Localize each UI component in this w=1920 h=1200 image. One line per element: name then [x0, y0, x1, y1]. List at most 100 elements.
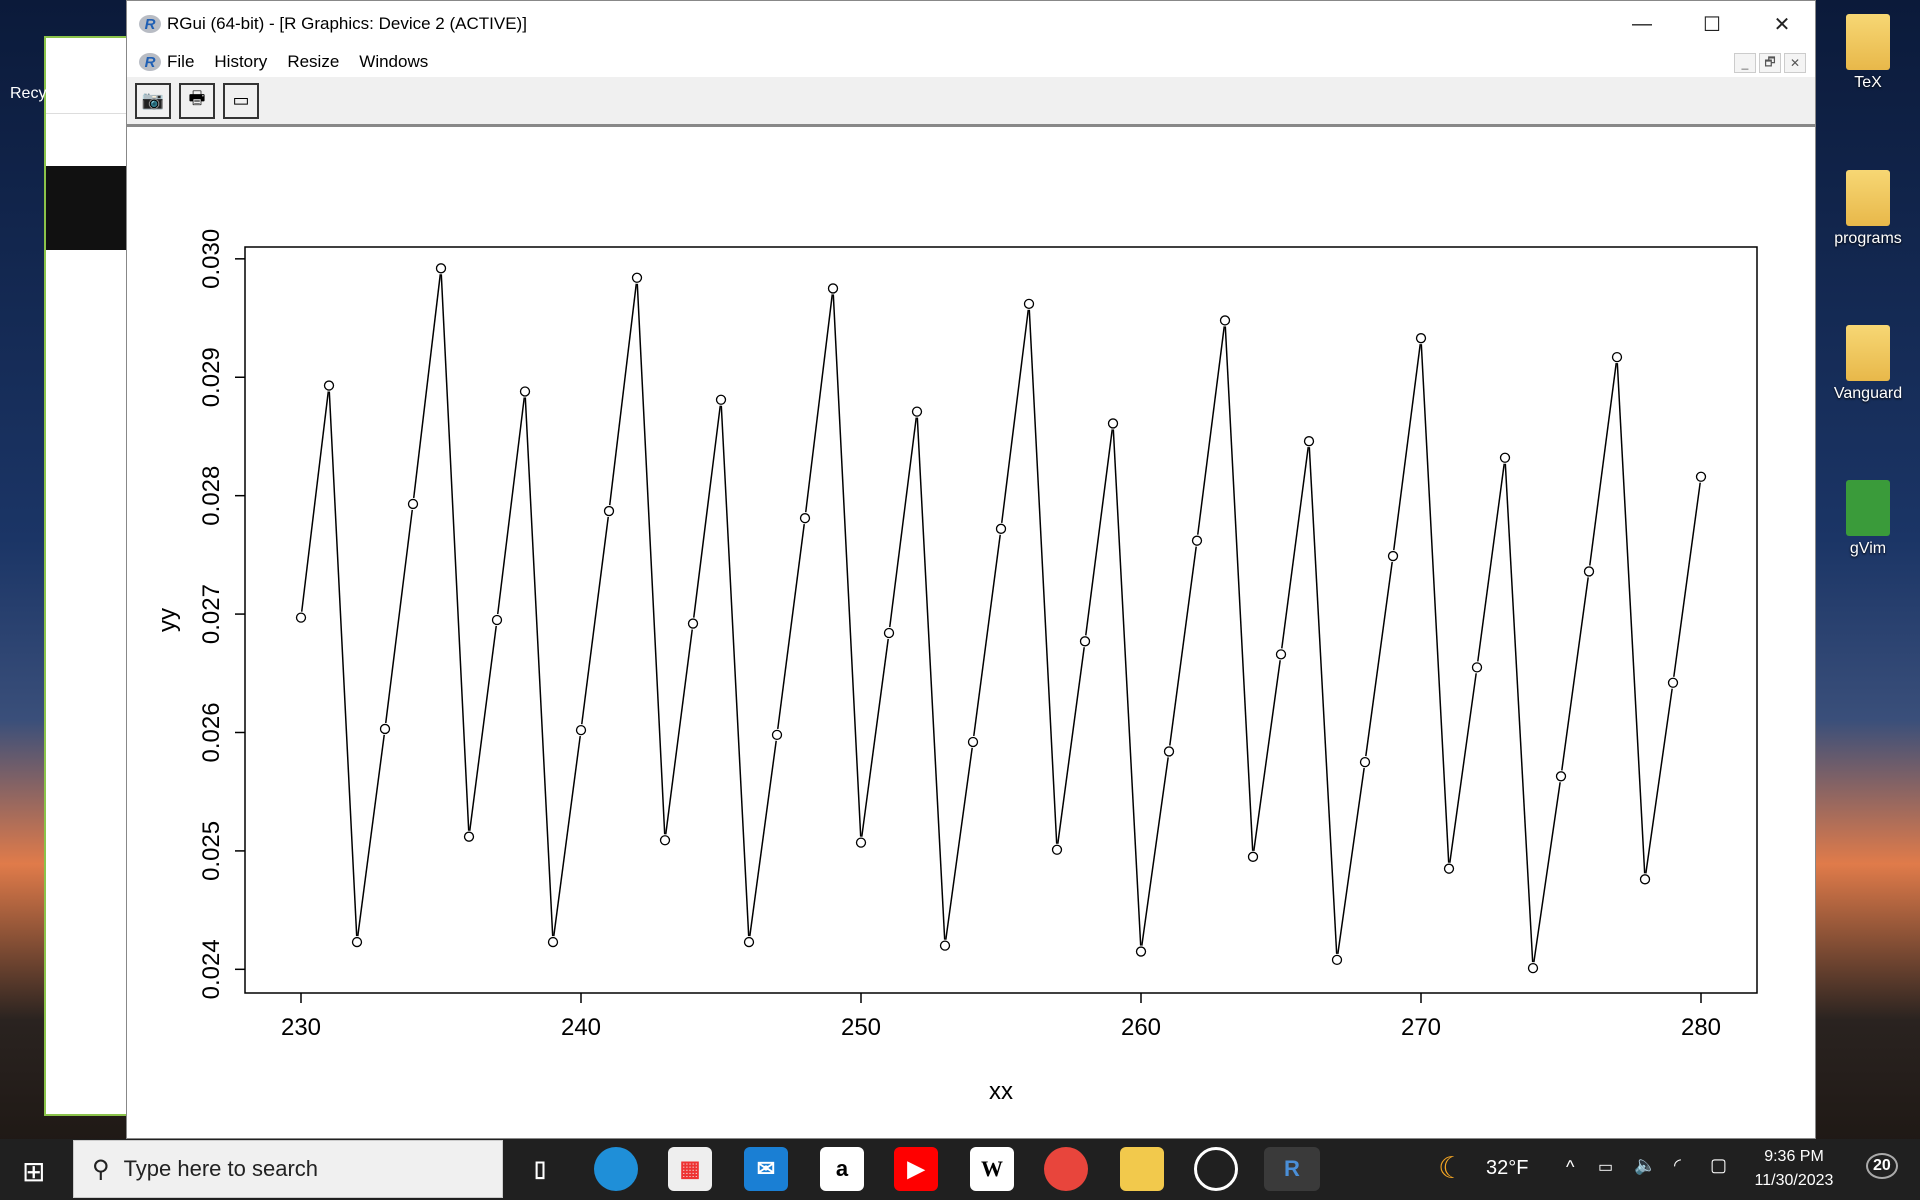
amazon-icon[interactable]: a: [820, 1147, 864, 1191]
menu-file[interactable]: File: [167, 52, 194, 72]
notification-count-badge[interactable]: 20: [1866, 1153, 1898, 1179]
data-point: [631, 272, 643, 283]
console-window-icon[interactable]: ▭: [223, 82, 259, 119]
task-view-icon[interactable]: ▯: [518, 1147, 562, 1191]
series-line-segment: [608, 283, 638, 506]
wikipedia-icon[interactable]: W: [970, 1147, 1014, 1191]
x-tick-label: 250: [841, 1014, 881, 1041]
series-line-segment: [1561, 577, 1589, 771]
desktop-icon-gvim[interactable]: gVim: [1816, 480, 1920, 558]
y-tick-label: 0.024: [198, 939, 225, 999]
y-tick-label: 0.028: [198, 466, 225, 526]
mdi-minimize-button[interactable]: _: [1734, 53, 1756, 73]
series-line-segment: [412, 274, 442, 499]
series-line-segment: [300, 391, 330, 612]
data-point: [1499, 452, 1511, 463]
data-point: [1611, 351, 1623, 363]
data-point: [1415, 333, 1427, 344]
speedometer-app-icon[interactable]: [1194, 1147, 1238, 1191]
series-line-segment: [1504, 463, 1534, 963]
data-point: [1191, 535, 1203, 546]
mail-icon[interactable]: ✉: [744, 1147, 788, 1191]
data-point: [659, 835, 671, 846]
series-line-segment: [777, 524, 805, 730]
series-line-segment: [916, 417, 946, 940]
series-line-segment: [1057, 647, 1085, 844]
rgui-taskbar-icon[interactable]: R: [1264, 1147, 1320, 1191]
series-line-segment: [469, 625, 497, 831]
show-hidden-icons-chevron-up-icon[interactable]: ^: [1566, 1157, 1574, 1178]
series-line-segment: [636, 283, 666, 835]
series-line-segment: [1028, 309, 1058, 844]
series-line-segment: [1308, 447, 1338, 954]
data-point: [1583, 566, 1595, 577]
data-point: [1443, 863, 1455, 874]
desktop-icon-vanguard[interactable]: Vanguard: [1816, 325, 1920, 403]
y-tick-label: 0.030: [198, 229, 225, 289]
series-line-segment: [832, 294, 862, 837]
data-point: [1247, 851, 1259, 862]
youtube-icon[interactable]: ▶: [894, 1147, 938, 1191]
volume-icon[interactable]: 🔈: [1634, 1155, 1656, 1176]
mdi-restore-button[interactable]: 🗗: [1759, 53, 1781, 73]
data-point: [435, 263, 447, 274]
chrome-icon[interactable]: [1044, 1147, 1088, 1191]
series-line-segment: [1673, 482, 1701, 677]
file-explorer-icon[interactable]: [1120, 1147, 1164, 1191]
title-bar[interactable]: R RGui (64-bit) - [R Graphics: Device 2 …: [127, 1, 1815, 47]
series-line-segment: [1393, 344, 1421, 551]
printer-icon[interactable]: 🖶: [179, 82, 215, 119]
desktop-icon-tex[interactable]: TeX: [1816, 14, 1920, 92]
data-point: [771, 729, 783, 741]
series-line-segment: [1169, 546, 1197, 746]
recycle-bin-label[interactable]: Recy: [10, 85, 46, 103]
series-line-segment: [1420, 344, 1450, 863]
window-title: RGui (64-bit) - [R Graphics: Device 2 (A…: [167, 14, 527, 33]
series-line-segment: [804, 294, 834, 513]
maximize-button[interactable]: ☐: [1677, 1, 1747, 47]
x-tick-label: 260: [1121, 1014, 1161, 1041]
meet-now-icon[interactable]: ▢: [1710, 1155, 1727, 1176]
series-line-segment: [1449, 673, 1477, 863]
data-point: [967, 736, 979, 748]
icon-label: gVim: [1849, 540, 1887, 557]
x-tick-label: 230: [281, 1014, 321, 1041]
menu-bar: R File History Resize Windows: [127, 47, 1815, 77]
menu-resize[interactable]: Resize: [287, 52, 339, 72]
r-logo-icon: R: [139, 15, 161, 33]
data-point: [995, 523, 1007, 534]
series-line-segment: [384, 509, 414, 724]
windows-start-icon[interactable]: ⊞: [22, 1155, 45, 1188]
menu-history[interactable]: History: [214, 52, 267, 72]
series-line-segment: [1253, 660, 1281, 851]
plot-canvas: 230 240 250 260 270 280 0.024 0.025 0.026 0.027 0.…: [154, 229, 1758, 1105]
weather-temp[interactable]: 32°F: [1486, 1157, 1528, 1180]
icon-label: Vanguard: [1833, 385, 1903, 402]
menu-windows[interactable]: Windows: [359, 52, 428, 72]
data-point: [1471, 662, 1483, 673]
store-icon[interactable]: ▦: [668, 1147, 712, 1191]
minimize-button[interactable]: —: [1607, 1, 1677, 47]
folder-icon: [1846, 325, 1890, 381]
close-button[interactable]: ✕: [1747, 1, 1817, 47]
data-point: [1639, 874, 1651, 885]
gvim-icon: [1846, 480, 1890, 536]
data-point: [1303, 436, 1315, 447]
camera-icon[interactable]: 📷: [135, 82, 171, 119]
data-point: [323, 380, 335, 391]
wifi-icon[interactable]: ◜: [1674, 1155, 1681, 1176]
taskbar-search-box[interactable]: ⚲ Type here to search: [73, 1140, 503, 1198]
data-point: [1555, 771, 1567, 782]
y-tick-label: 0.027: [198, 584, 225, 644]
series-line-segment: [665, 629, 693, 835]
data-point: [575, 724, 587, 736]
data-point: [1135, 946, 1147, 957]
data-point: [687, 618, 699, 629]
desktop-icon-programs[interactable]: programs: [1816, 170, 1920, 248]
battery-icon[interactable]: ▭: [1598, 1157, 1613, 1177]
mdi-close-button[interactable]: ✕: [1784, 53, 1806, 73]
folder-icon: [1846, 170, 1890, 226]
clock[interactable]: 9:36 PM 11/30/2023: [1744, 1145, 1844, 1193]
edge-icon[interactable]: [594, 1147, 638, 1191]
data-point: [1387, 550, 1399, 562]
